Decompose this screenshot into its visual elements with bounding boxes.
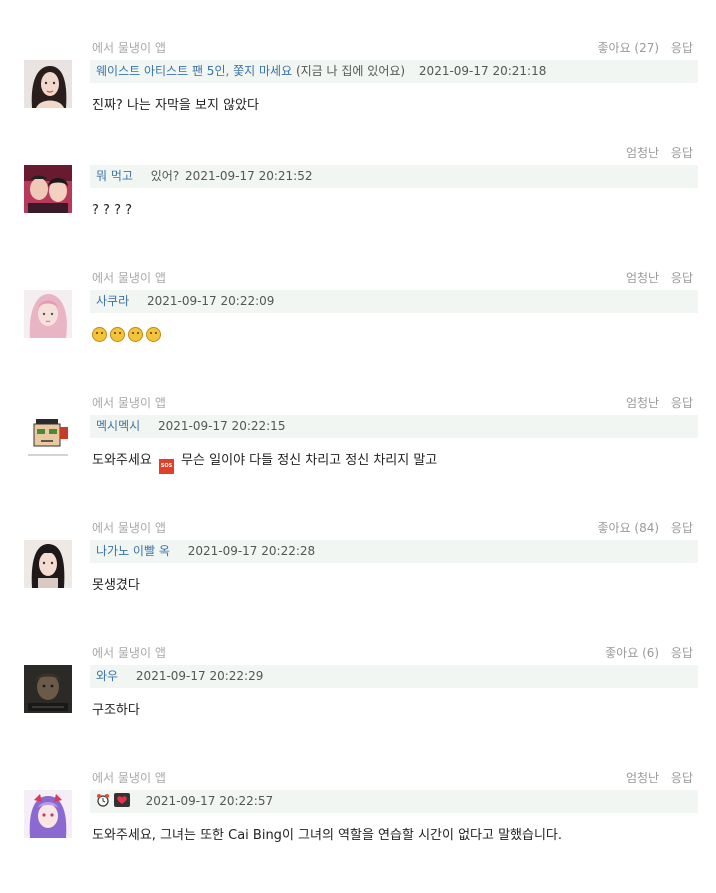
reply-button[interactable]: 응답 [671, 146, 693, 160]
comment-header: 나가노 이빨 옥 2021-09-17 20:22:28 [90, 540, 698, 563]
like-button[interactable]: 엄청난 [626, 396, 659, 410]
avatar[interactable] [24, 415, 72, 463]
comment-source: 에서 물냉이 앱 [92, 41, 166, 55]
comment-meta: 에서 물냉이 앱 좋아요 (27) 응답 [92, 38, 698, 58]
like-button[interactable]: 엄청난 [626, 771, 659, 785]
comment-header: 멕시멕시 2021-09-17 20:22:15 [90, 415, 698, 438]
confused-face-icon [92, 327, 107, 342]
comment-text: 못생겼다 [92, 578, 140, 593]
comment-source: 에서 물냉이 앱 [92, 271, 166, 285]
confused-face-icon [110, 327, 125, 342]
comment-emoji-row [92, 327, 164, 345]
sos-icon: SOS [158, 459, 174, 474]
like-button[interactable]: 좋아요 (84) [598, 521, 660, 535]
comment-meta: 에서 물냉이 앱 좋아요 (84) 응답 [92, 518, 698, 538]
comment-meta: 에서 물냉이 앱 좋아요 (6) 응답 [92, 643, 698, 663]
comment-source: 에서 물냉이 앱 [92, 396, 166, 410]
comment-text: 도와주세요, 그녀는 또한 Cai Bing이 그녀의 역할을 연습할 시간이 … [92, 828, 563, 843]
avatar[interactable] [24, 290, 72, 338]
comment-text-part: 도와주세요 [92, 453, 152, 468]
avatar[interactable] [24, 540, 72, 588]
username-link[interactable]: 멕시멕시 [96, 419, 140, 433]
comment-time: 2021-09-17 20:22:28 [187, 544, 316, 558]
like-button[interactable]: 엄청난 [626, 271, 659, 285]
username-link[interactable]: 와우 [96, 669, 118, 683]
heart-icon [113, 793, 130, 807]
comment-source: 에서 물냉이 앱 [92, 771, 166, 785]
like-button[interactable]: 엄청난 [626, 146, 659, 160]
comment-item: 에서 물냉이 앱 엄청난 응답 멕시멕시 2021-09-17 20:22:15… [0, 393, 716, 518]
comment-item: 에서 물냉이 앱 엄청난 응답 2021-09-17 20:22:57 도와주세… [0, 768, 716, 893]
reply-button[interactable]: 응답 [671, 521, 693, 535]
avatar[interactable] [24, 665, 72, 713]
comment-time: 2021-09-17 20:22:09 [146, 294, 275, 308]
comment-header: 2021-09-17 20:22:57 [90, 790, 698, 813]
username-extra: (지금 나 집에 있어요) [295, 64, 406, 78]
confused-face-icon [128, 327, 143, 342]
comment-header: 사쿠라 2021-09-17 20:22:09 [90, 290, 698, 313]
like-button[interactable]: 좋아요 (6) [605, 646, 659, 660]
username-link[interactable]: 뭐 먹고 [96, 169, 133, 183]
comment-meta: 에서 물냉이 앱 엄청난 응답 [92, 268, 698, 288]
comment-text: ? ? ? ? [92, 203, 132, 218]
like-button[interactable]: 좋아요 (27) [598, 41, 660, 55]
comment-time: 2021-09-17 20:22:57 [145, 794, 274, 808]
username-link[interactable]: 웨이스트 아티스트 팬 5인, 쫓지 마세요 [96, 64, 292, 78]
reply-button[interactable]: 응답 [671, 396, 693, 410]
comment-item: 에서 물냉이 앱 좋아요 (6) 응답 와우 2021-09-17 20:22:… [0, 643, 716, 768]
comment-text-part: 무슨 일이야 다들 정신 차리고 정신 차리지 말고 [181, 453, 438, 468]
comment-header: 와우 2021-09-17 20:22:29 [90, 665, 698, 688]
username-icons[interactable] [96, 793, 134, 808]
comment-meta: 에서 물냉이 앱 엄청난 응답 [92, 393, 698, 413]
reply-button[interactable]: 응답 [671, 771, 693, 785]
reply-button[interactable]: 응답 [671, 41, 693, 55]
comment-item: 엄청난 응답 뭐 먹고 있어? 2021-09-17 20:21:52 ? ? … [0, 143, 716, 268]
comment-time: 2021-09-17 20:22:29 [135, 669, 264, 683]
username-link[interactable]: 나가노 이빨 옥 [96, 544, 170, 558]
alarm-clock-icon [97, 794, 109, 807]
comment-source: 에서 물냉이 앱 [92, 646, 166, 660]
comment-text: 도와주세요 SOS 무슨 일이야 다들 정신 차리고 정신 차리지 말고 [92, 452, 437, 474]
reply-button[interactable]: 응답 [671, 646, 693, 660]
comment-time: 2021-09-17 20:22:15 [158, 419, 286, 433]
avatar[interactable] [24, 60, 72, 108]
comment-text: 진짜? 나는 자막을 보지 않았다 [92, 98, 259, 113]
comment-meta: 엄청난 응답 [92, 143, 698, 163]
reply-button[interactable]: 응답 [671, 271, 693, 285]
comment-item: 에서 물냉이 앱 엄청난 응답 사쿠라 2021-09-17 20:22:09 [0, 268, 716, 393]
username-extra: 있어? [150, 169, 180, 183]
avatar[interactable] [24, 790, 72, 838]
comment-text: 구조하다 [92, 703, 140, 718]
comment-item: 에서 물냉이 앱 좋아요 (84) 응답 나가노 이빨 옥 2021-09-17… [0, 518, 716, 643]
comment-time: 2021-09-17 20:21:18 [418, 64, 547, 78]
comment-source: 에서 물냉이 앱 [92, 521, 166, 535]
comment-time: 2021-09-17 20:21:52 [185, 169, 313, 183]
confused-face-icon [146, 327, 161, 342]
username-link[interactable]: 사쿠라 [96, 294, 129, 308]
comment-header: 웨이스트 아티스트 팬 5인, 쫓지 마세요 (지금 나 집에 있어요) 202… [90, 60, 698, 83]
avatar[interactable] [24, 165, 72, 213]
comment-meta: 에서 물냉이 앱 엄청난 응답 [92, 768, 698, 788]
comment-header: 뭐 먹고 있어? 2021-09-17 20:21:52 [90, 165, 698, 188]
